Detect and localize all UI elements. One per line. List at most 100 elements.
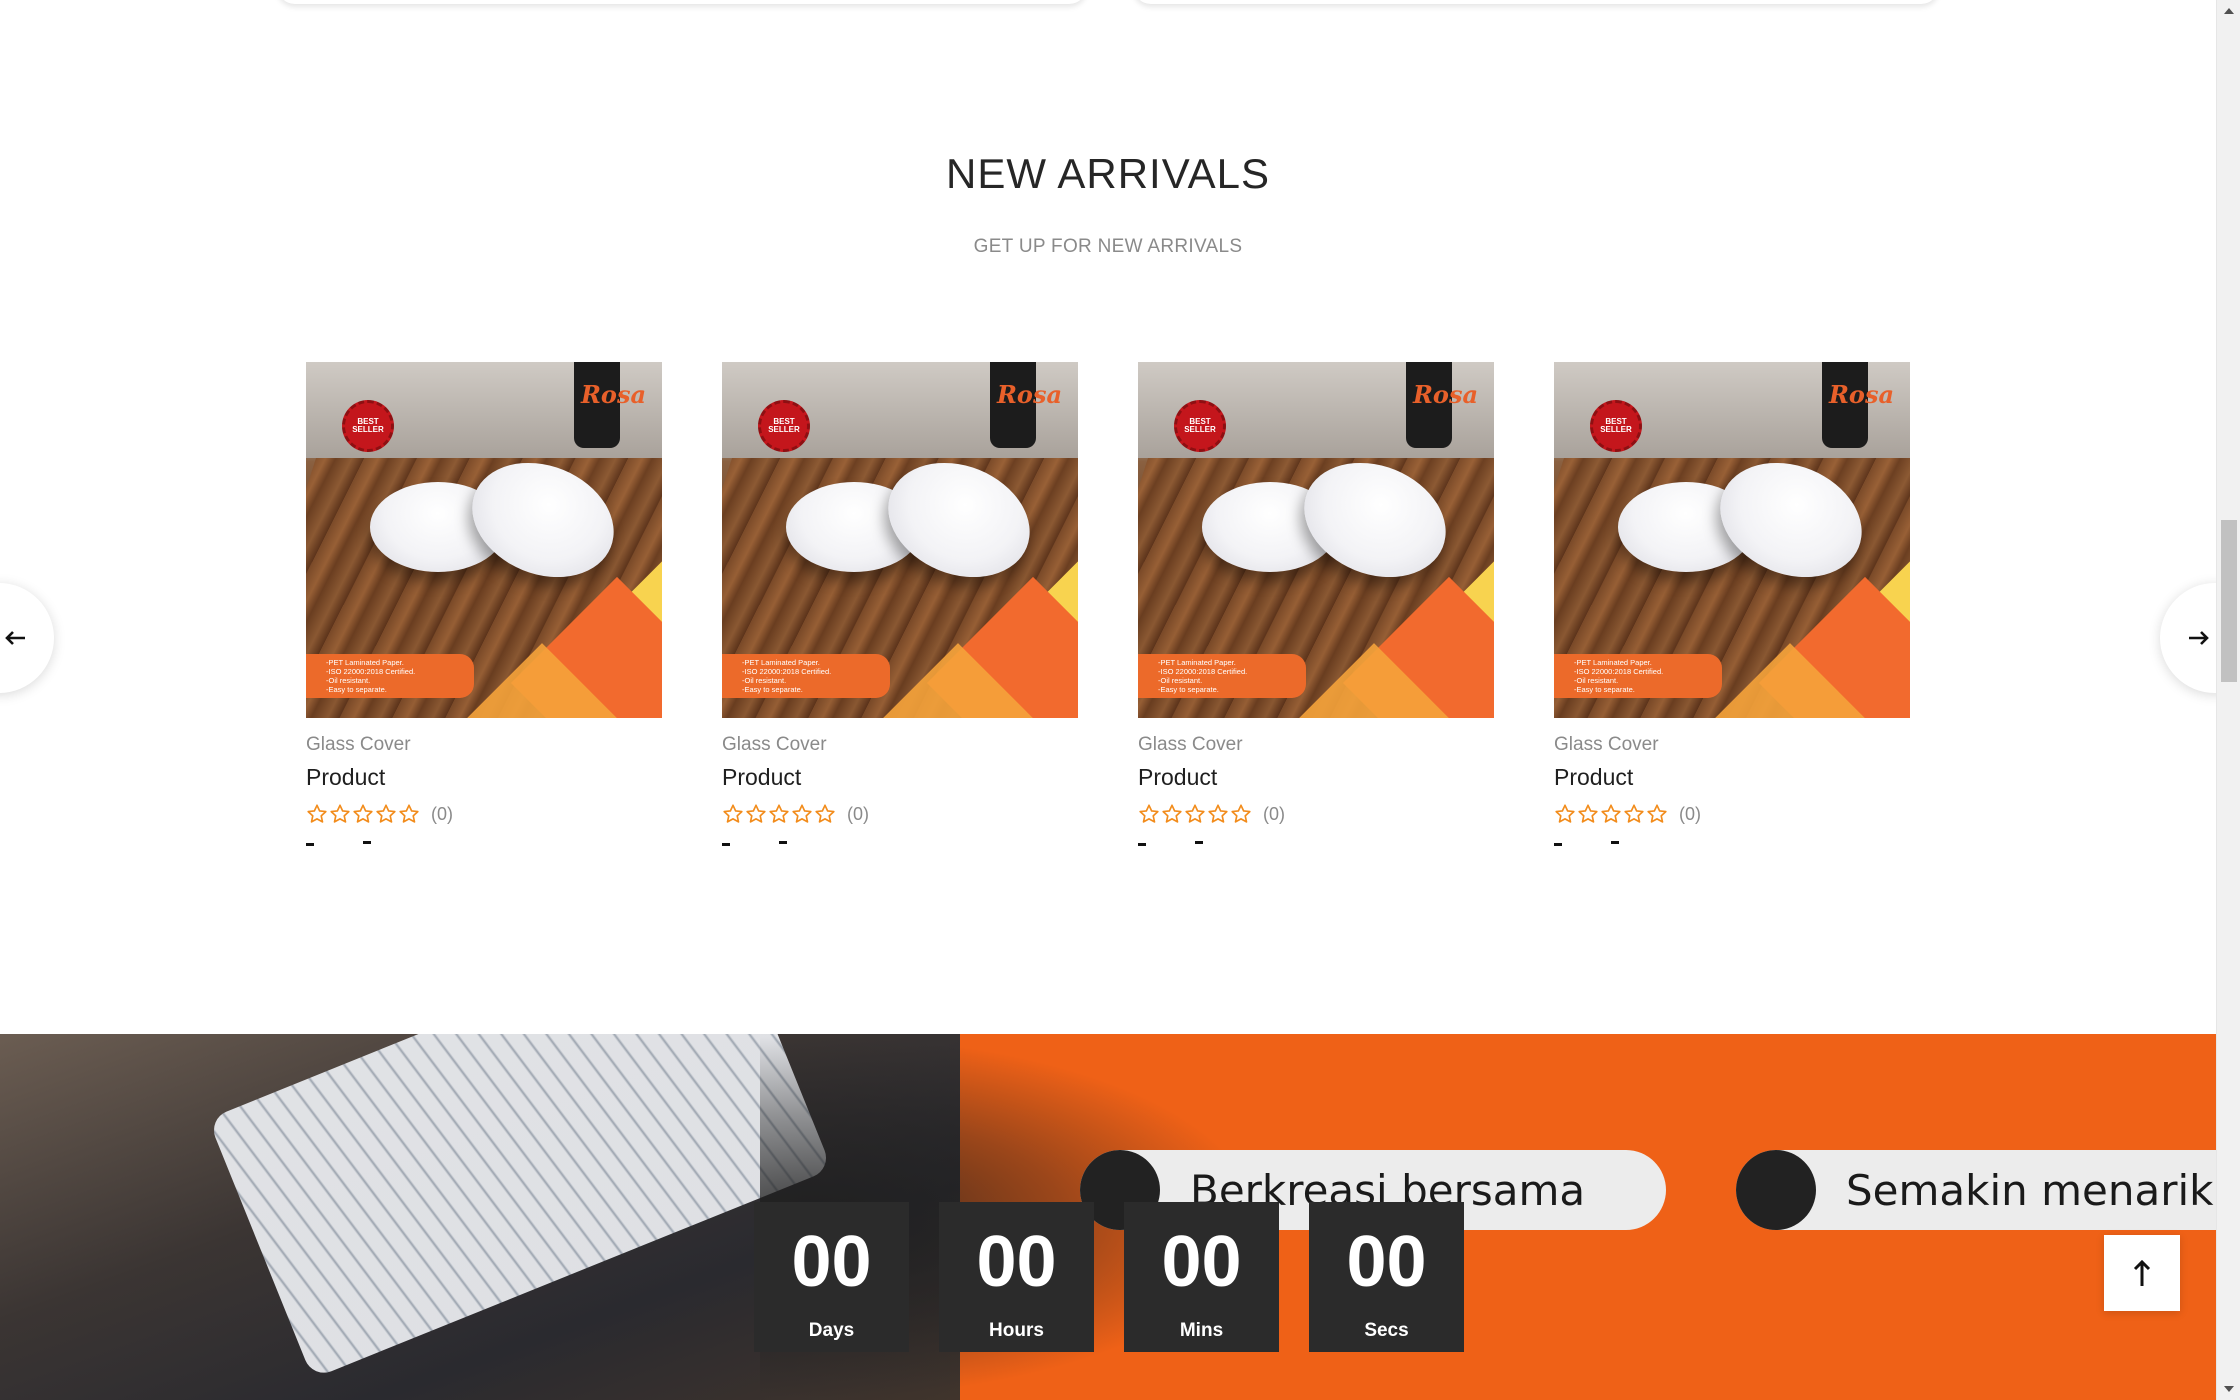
countdown-mins-label: Mins — [1179, 1320, 1224, 1341]
countdown-secs: 00 Secs — [1309, 1202, 1464, 1352]
brand-logo: Rosa — [1412, 380, 1478, 409]
product-name[interactable]: Product — [1554, 764, 1910, 791]
product-category[interactable]: Glass Cover — [1138, 734, 1494, 756]
star-outline-icon — [1161, 803, 1183, 825]
product-rating: (0) — [1138, 803, 1494, 825]
star-outline-icon — [768, 803, 790, 825]
star-outline-icon — [745, 803, 767, 825]
arrow-left-icon — [5, 631, 25, 645]
product-image[interactable]: Rosa BEST SELLER -PET Laminated Paper. -ISO… — [1554, 362, 1910, 718]
star-outline-icon — [1600, 803, 1622, 825]
best-seller-seal: BEST SELLER — [1590, 400, 1642, 452]
countdown-hours: 00 Hours — [939, 1202, 1094, 1352]
section-title: NEW ARRIVALS — [946, 150, 1270, 197]
scroll-up-arrow-icon[interactable] — [2224, 8, 2234, 14]
star-outline-icon — [791, 803, 813, 825]
product-feature-text: -Easy to separate. — [1574, 685, 1635, 694]
star-outline-icon — [398, 803, 420, 825]
best-seller-seal: BEST SELLER — [342, 400, 394, 452]
product-name[interactable]: Product — [306, 764, 662, 791]
review-count: (0) — [431, 803, 453, 824]
product-feature-text: -Oil resistant. — [742, 676, 787, 685]
arrow-up-icon — [2133, 1259, 2151, 1286]
price-dash — [1138, 843, 1146, 846]
star-outline-icon — [1230, 803, 1252, 825]
scrollbar-thumb[interactable] — [2221, 520, 2237, 682]
product-feature-box: -PET Laminated Paper. -ISO 22000:2018 Cer… — [306, 654, 474, 698]
star-outline-icon — [814, 803, 836, 825]
star-outline-icon — [306, 803, 328, 825]
countdown-timer: 00 Days 00 Hours 00 Mins 00 Secs — [754, 1202, 1464, 1352]
price-dash — [306, 843, 314, 846]
product-category[interactable]: Glass Cover — [306, 734, 662, 756]
star-outline-icon — [1623, 803, 1645, 825]
product-feature-text: -Easy to separate. — [1158, 685, 1219, 694]
countdown-secs-label: Secs — [1364, 1320, 1409, 1341]
product-category[interactable]: Glass Cover — [722, 734, 1078, 756]
product-feature-text: -ISO 22000:2018 Certified. — [742, 667, 832, 676]
countdown-days-label: Days — [808, 1320, 855, 1341]
pill-dot — [1736, 1150, 1816, 1230]
star-outline-icon — [329, 803, 351, 825]
page-scrollbar[interactable] — [2216, 0, 2240, 1400]
countdown-days-value: 00 — [791, 1222, 872, 1302]
product-feature-text: -PET Laminated Paper. — [1574, 658, 1652, 667]
product-feature-text: -Oil resistant. — [1574, 676, 1619, 685]
product-carousel: Rosa BEST SELLER -PET Laminated Paper. -ISO… — [306, 362, 1910, 882]
product-feature-text: -ISO 22000:2018 Certified. — [1158, 667, 1248, 676]
product-feature-text: -PET Laminated Paper. — [742, 658, 820, 667]
carousel-next-button[interactable] — [2160, 583, 2216, 693]
countdown-hours-value: 00 — [976, 1222, 1057, 1302]
countdown-mins: 00 Mins — [1124, 1202, 1279, 1352]
product-image[interactable]: Rosa BEST SELLER -PET Laminated Paper. -ISO… — [306, 362, 662, 718]
product-rating: (0) — [722, 803, 1078, 825]
brand-logo: Rosa — [1828, 380, 1894, 409]
star-outline-icon — [1184, 803, 1206, 825]
product-card[interactable]: Rosa BEST SELLER -PET Laminated Paper. -ISO… — [306, 362, 662, 851]
countdown-mins-value: 00 — [1161, 1222, 1242, 1302]
best-seller-seal: BEST SELLER — [758, 400, 810, 452]
price-dash — [1554, 843, 1562, 846]
product-feature-text: -Oil resistant. — [326, 676, 371, 685]
product-card[interactable]: Rosa BEST SELLER -PET Laminated Paper. -ISO… — [1138, 362, 1494, 851]
carousel-prev-button[interactable] — [0, 583, 54, 693]
product-feature-text: -Oil resistant. — [1158, 676, 1203, 685]
product-card[interactable]: Rosa BEST SELLER -PET Laminated Paper. -ISO… — [1554, 362, 1910, 851]
product-feature-box: -PET Laminated Paper. -ISO 22000:2018 Cer… — [1554, 654, 1722, 698]
price-dash — [363, 841, 371, 844]
product-card[interactable]: Rosa BEST SELLER -PET Laminated Paper. -ISO… — [722, 362, 1078, 851]
previous-section-card-left — [277, 0, 1087, 4]
product-price — [306, 839, 662, 851]
banner-pill-2-text: Semakin menarik — [1846, 1165, 2214, 1215]
star-outline-icon — [1138, 803, 1160, 825]
star-outline-icon — [1646, 803, 1668, 825]
product-feature-box: -PET Laminated Paper. -ISO 22000:2018 Cer… — [1138, 654, 1306, 698]
product-feature-text: -PET Laminated Paper. — [1158, 658, 1236, 667]
product-rating: (0) — [1554, 803, 1910, 825]
scroll-down-arrow-icon[interactable] — [2224, 1386, 2234, 1392]
countdown-secs-value: 00 — [1346, 1222, 1427, 1302]
review-count: (0) — [1263, 803, 1285, 824]
previous-section-card-right — [1133, 0, 1939, 4]
star-outline-icon — [375, 803, 397, 825]
countdown-hours-label: Hours — [989, 1320, 1044, 1341]
product-name[interactable]: Product — [1138, 764, 1494, 791]
star-outline-icon — [1554, 803, 1576, 825]
arrow-right-icon — [2189, 631, 2209, 645]
star-outline-icon — [352, 803, 374, 825]
product-name[interactable]: Product — [722, 764, 1078, 791]
back-to-top-button[interactable] — [2104, 1235, 2180, 1311]
star-outline-icon — [1207, 803, 1229, 825]
product-price — [1138, 839, 1494, 851]
review-count: (0) — [1679, 803, 1701, 824]
brand-logo: Rosa — [996, 380, 1062, 409]
section-subtitle: GET UP FOR NEW ARRIVALS — [973, 236, 1243, 257]
product-feature-text: -ISO 22000:2018 Certified. — [326, 667, 416, 676]
product-feature-text: -PET Laminated Paper. — [326, 658, 404, 667]
price-dash — [1611, 841, 1619, 844]
product-price — [722, 839, 1078, 851]
product-category[interactable]: Glass Cover — [1554, 734, 1910, 756]
product-image[interactable]: Rosa BEST SELLER -PET Laminated Paper. -ISO… — [722, 362, 1078, 718]
star-outline-icon — [722, 803, 744, 825]
product-image[interactable]: Rosa BEST SELLER -PET Laminated Paper. -ISO… — [1138, 362, 1494, 718]
